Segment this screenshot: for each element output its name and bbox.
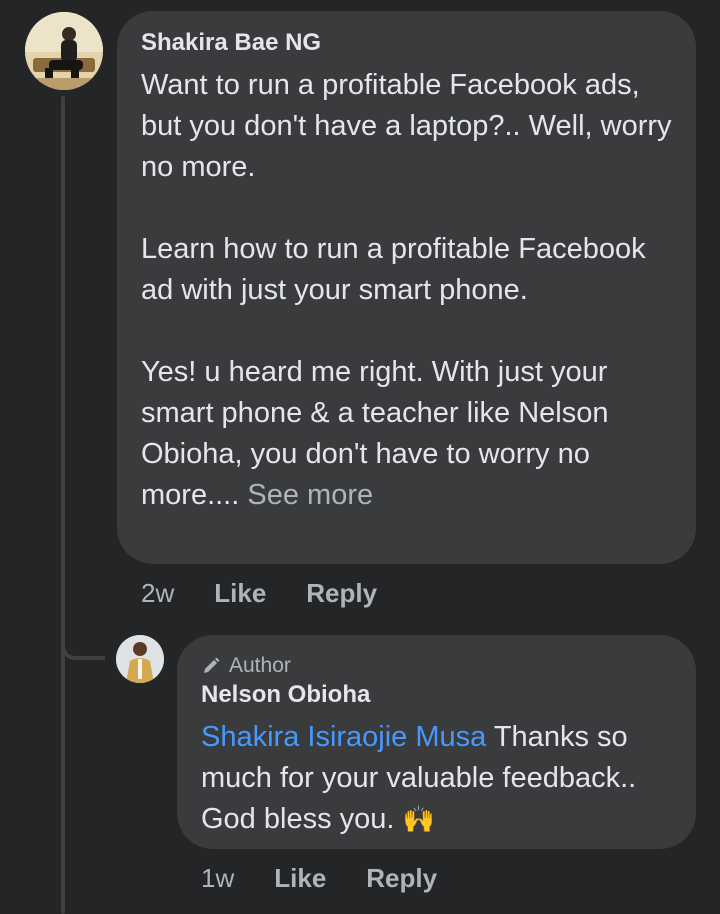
comment-paragraph: Want to run a profitable Facebook ads, b… xyxy=(141,69,672,183)
reply-button[interactable]: Reply xyxy=(366,863,437,894)
like-button[interactable]: Like xyxy=(214,578,266,609)
reply-author[interactable]: Nelson Obioha xyxy=(201,681,672,709)
thread-line xyxy=(61,96,65,914)
raising-hands-emoji: 🙌 xyxy=(402,805,435,835)
avatar-photo xyxy=(25,12,103,90)
reply-actions: 1w Like Reply xyxy=(201,863,477,894)
comment-paragraph: Yes! u heard me right. With just your sm… xyxy=(141,356,609,511)
comment-actions: 2w Like Reply xyxy=(141,578,417,609)
reply-timestamp[interactable]: 1w xyxy=(201,863,234,894)
author-badge: Author xyxy=(201,653,672,679)
avatar[interactable] xyxy=(25,12,103,90)
comment-timestamp[interactable]: 2w xyxy=(141,578,174,609)
like-button[interactable]: Like xyxy=(274,863,326,894)
comment-author[interactable]: Shakira Bae NG xyxy=(141,29,672,57)
reply-connector xyxy=(61,600,105,660)
mention-link[interactable]: Shakira Isiraojie Musa xyxy=(201,721,486,753)
reply-bubble: Author Nelson Obioha Shakira Isiraojie M… xyxy=(177,635,696,849)
comment-bubble: Shakira Bae NG Want to run a profitable … xyxy=(117,11,696,564)
author-badge-label: Author xyxy=(229,654,291,677)
reply-text: Shakira Isiraojie Musa Thanks so much fo… xyxy=(201,717,672,841)
avatar-photo xyxy=(116,635,164,683)
comment-paragraph: Learn how to run a profitable Facebook a… xyxy=(141,233,646,306)
comment-text: Want to run a profitable Facebook ads, b… xyxy=(141,65,672,516)
reply-button[interactable]: Reply xyxy=(306,578,377,609)
pencil-icon xyxy=(204,657,220,673)
reply-avatar[interactable] xyxy=(116,635,164,683)
see-more-link[interactable]: See more xyxy=(247,479,373,511)
